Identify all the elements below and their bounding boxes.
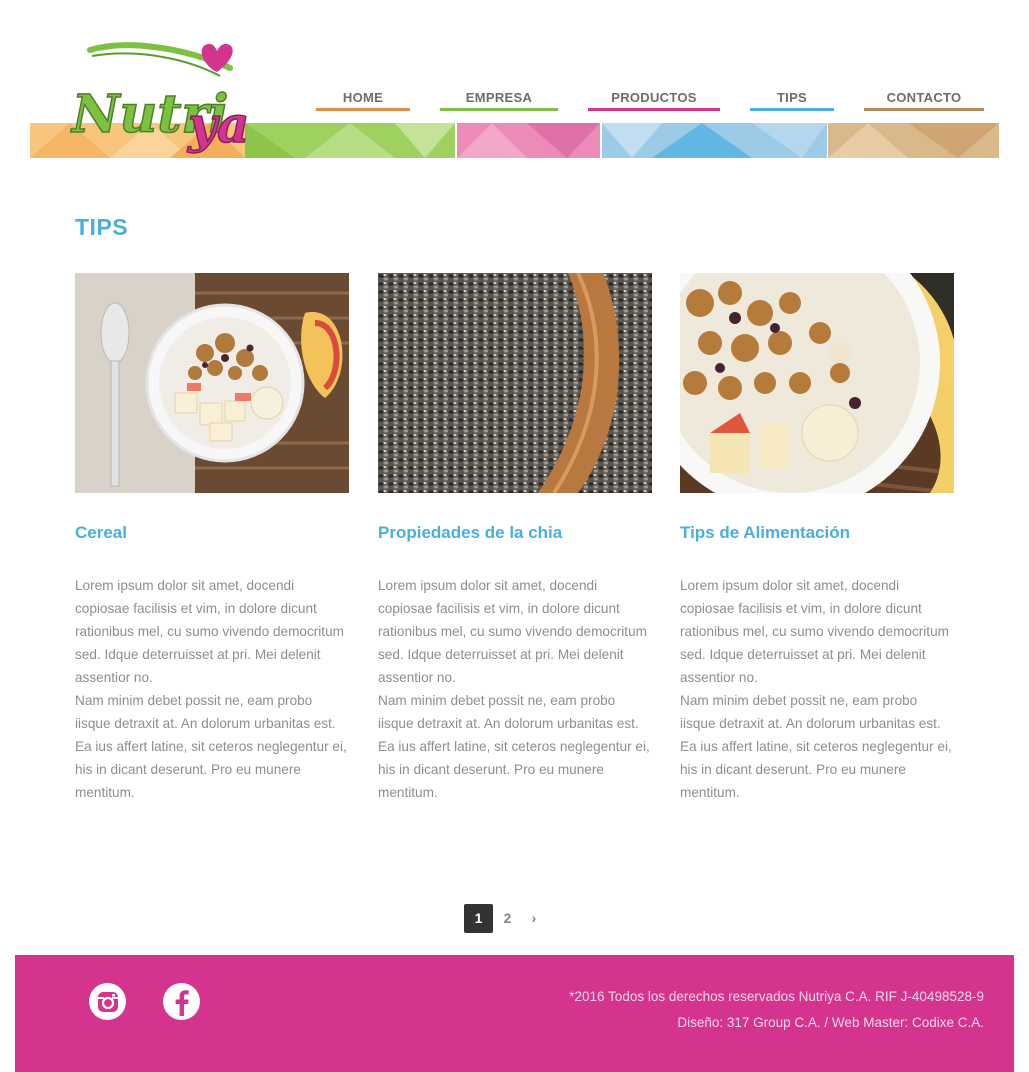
tip-card-paragraph-2: Nam minim debet possit ne, eam probo iis… [75, 693, 347, 800]
page-title: TIPS [75, 214, 129, 240]
tip-card-paragraph-2: Nam minim debet possit ne, eam probo iis… [378, 693, 650, 800]
nav-contacto[interactable]: CONTACTO [864, 90, 984, 112]
facebook-icon[interactable] [163, 983, 200, 1020]
granola-bowl-photo[interactable] [680, 273, 954, 493]
nav-contacto-underline [864, 108, 984, 111]
tip-card-text: Lorem ipsum dolor sit amet, docendi copi… [75, 574, 349, 804]
tip-card-paragraph-1: Lorem ipsum dolor sit amet, docendi copi… [75, 578, 344, 685]
chia-seeds-photo[interactable] [378, 273, 652, 493]
tip-card-title[interactable]: Propiedades de la chia [378, 523, 652, 543]
nav-empresa-underline [440, 108, 558, 111]
nav-tips[interactable]: TIPS [750, 90, 834, 112]
nav-empresa[interactable]: EMPRESA [440, 90, 558, 112]
instagram-icon[interactable] [89, 983, 126, 1020]
tip-card-title[interactable]: Cereal [75, 523, 349, 543]
nav-home[interactable]: HOME [316, 90, 410, 112]
nav-productos-link[interactable]: PRODUCTOS [588, 90, 720, 108]
header-band-blue [602, 123, 827, 158]
tip-card-alimentacion: Tips de Alimentación Lorem ipsum dolor s… [680, 273, 954, 804]
site-header: Nutri ya HOME EMPRESA PRODUCTOS TIPS CON… [0, 0, 1029, 190]
nav-home-link[interactable]: HOME [316, 90, 410, 108]
site-footer: *2016 Todos los derechos reservados Nutr… [15, 955, 1014, 1072]
nav-contacto-link[interactable]: CONTACTO [864, 90, 984, 108]
nav-productos[interactable]: PRODUCTOS [588, 90, 720, 112]
nav-tips-link[interactable]: TIPS [750, 90, 834, 108]
page-1-button[interactable]: 1 [464, 904, 493, 933]
footer-legal: *2016 Todos los derechos reservados Nutr… [569, 984, 984, 1036]
pagination: 1 2 › [464, 904, 544, 933]
copyright-text: *2016 Todos los derechos reservados Nutr… [569, 989, 984, 1004]
next-page-button[interactable]: › [524, 904, 544, 933]
tip-card-text: Lorem ipsum dolor sit amet, docendi copi… [680, 574, 954, 804]
credits-text: Diseño: 317 Group C.A. / Web Master: Cod… [677, 1015, 984, 1030]
tip-card-cereal: Cereal Lorem ipsum dolor sit amet, docen… [75, 273, 349, 804]
header-band-pink [457, 123, 600, 158]
nav-home-underline [316, 108, 410, 111]
header-band-green [245, 123, 455, 158]
tip-card-paragraph-1: Lorem ipsum dolor sit amet, docendi copi… [378, 578, 647, 685]
tip-card-chia: Propiedades de la chia Lorem ipsum dolor… [378, 273, 652, 804]
tip-card-title[interactable]: Tips de Alimentación [680, 523, 954, 543]
page-2-button[interactable]: 2 [493, 904, 522, 933]
tip-card-paragraph-1: Lorem ipsum dolor sit amet, docendi copi… [680, 578, 949, 685]
nav-empresa-link[interactable]: EMPRESA [440, 90, 558, 108]
svg-text:ya: ya [187, 95, 249, 154]
nutriya-logo[interactable]: Nutri ya [69, 40, 255, 175]
tip-card-text: Lorem ipsum dolor sit amet, docendi copi… [378, 574, 652, 804]
nav-tips-underline [750, 108, 834, 111]
header-band-tan [828, 123, 999, 158]
nav-productos-underline [588, 108, 720, 111]
tip-card-paragraph-2: Nam minim debet possit ne, eam probo iis… [680, 693, 952, 800]
cereal-bowl-photo[interactable] [75, 273, 349, 493]
